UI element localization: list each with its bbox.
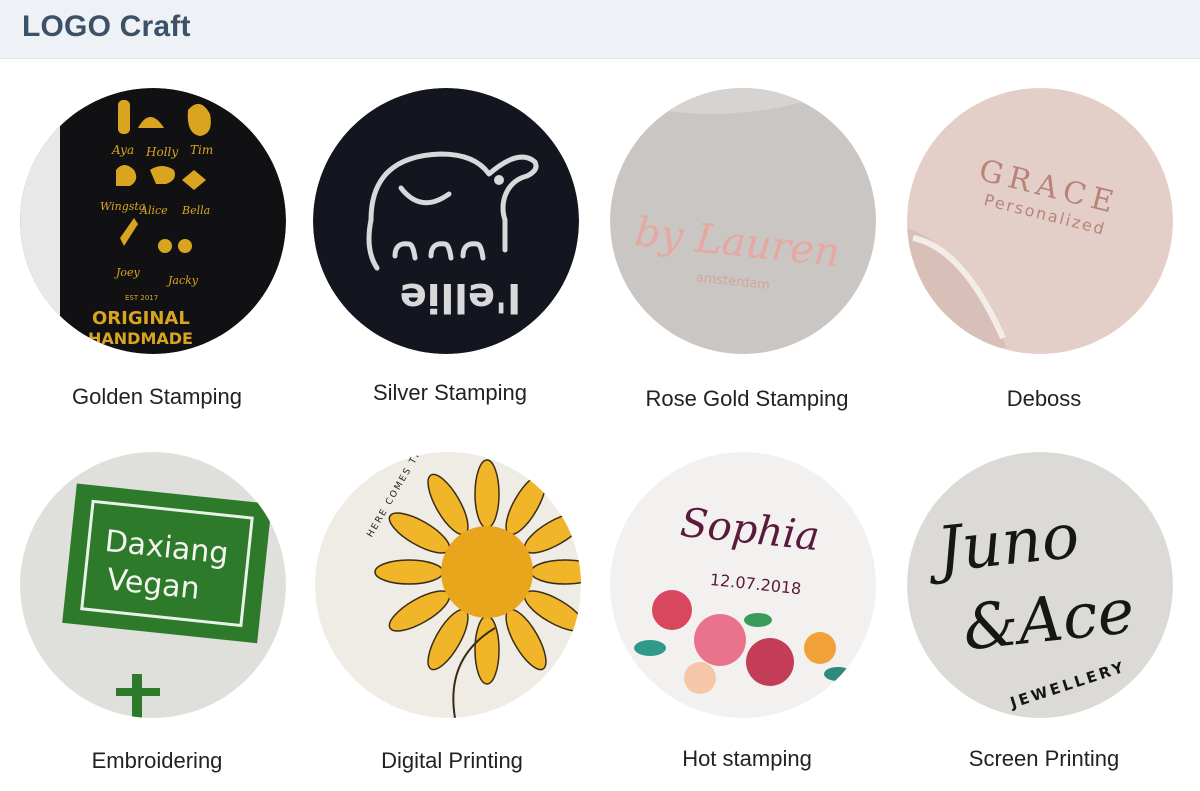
silver-stamping-sample-icon: l'ellie bbox=[313, 88, 579, 354]
craft-label: Deboss bbox=[1006, 386, 1082, 411]
svg-text:Joey: Joey bbox=[114, 266, 141, 279]
craft-label: Silver Stamping bbox=[372, 380, 528, 405]
svg-text:Tim: Tim bbox=[190, 143, 213, 157]
digital-printing-sample-icon: HERE COMES THE SUN bbox=[315, 452, 581, 718]
golden-stamping-sample-icon: Aya Holly Tim Wingsta Alice Bella Joey J… bbox=[20, 88, 286, 354]
page-header: LOGO Craft bbox=[0, 0, 1200, 59]
svg-text:Jacky: Jacky bbox=[166, 274, 199, 287]
embroidery-sample-icon: Daxiang Vegan bbox=[20, 452, 286, 718]
deboss-sample-icon: GRACE Personalized bbox=[907, 88, 1173, 354]
svg-text:ORIGINAL: ORIGINAL bbox=[92, 308, 190, 329]
svg-text:l'ellie: l'ellie bbox=[400, 274, 521, 320]
svg-text:HANDMADE: HANDMADE bbox=[88, 329, 193, 348]
hot-stamping-sample-icon: Sophia 12.07.2018 bbox=[610, 452, 876, 718]
craft-label: Embroidering bbox=[91, 748, 223, 773]
screen-printing-sample-icon: Juno &Ace JEWELLERY bbox=[907, 452, 1173, 718]
craft-label: Rose Gold Stamping bbox=[645, 386, 849, 411]
craft-label: Hot stamping bbox=[682, 746, 812, 771]
page-title: LOGO Craft bbox=[22, 10, 191, 43]
svg-text:Wingsta: Wingsta bbox=[100, 200, 145, 213]
svg-text:Alice: Alice bbox=[139, 204, 168, 217]
craft-label: Screen Printing bbox=[968, 746, 1120, 771]
rose-gold-stamping-sample-icon: by Lauren amsterdam bbox=[610, 88, 876, 354]
svg-text:Bella: Bella bbox=[181, 204, 210, 217]
svg-text:Holly: Holly bbox=[145, 145, 178, 159]
gold-text-aya: Aya bbox=[111, 143, 134, 157]
svg-text:EST 2017: EST 2017 bbox=[125, 294, 158, 302]
craft-label: Digital Printing bbox=[381, 748, 523, 773]
craft-label: Golden Stamping bbox=[72, 384, 242, 409]
